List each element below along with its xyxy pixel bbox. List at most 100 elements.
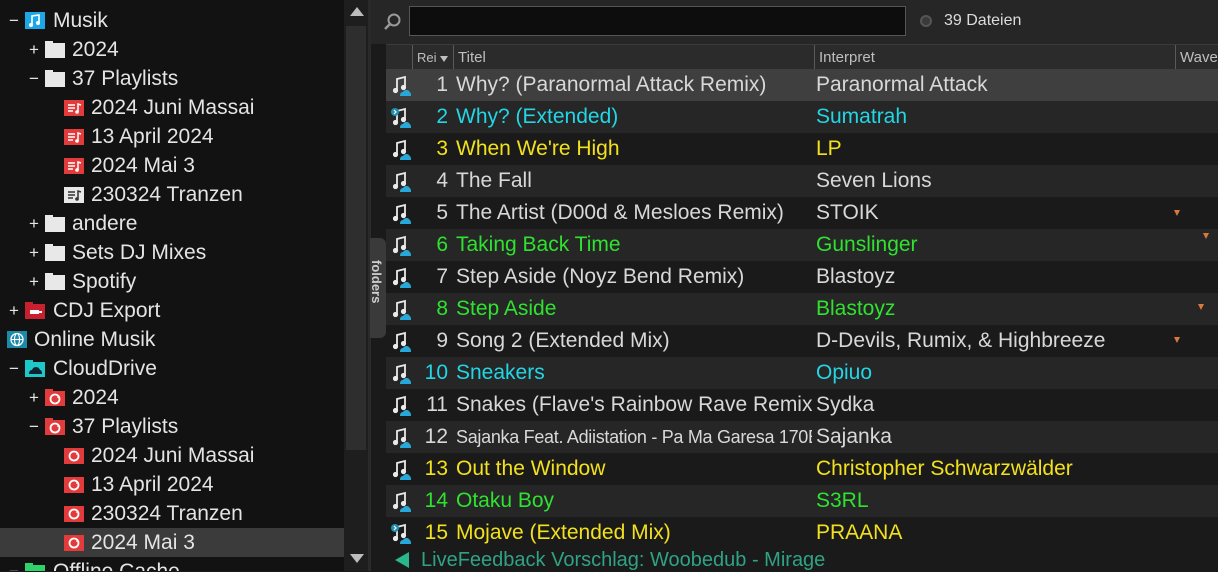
tree-item[interactable]: +2024 xyxy=(0,35,344,64)
collapse-icon[interactable]: − xyxy=(7,563,21,571)
collapse-icon[interactable]: − xyxy=(7,12,21,29)
expand-icon[interactable]: + xyxy=(27,215,41,232)
track-number: 7 xyxy=(436,265,448,288)
column-order[interactable]: Rei xyxy=(413,45,454,69)
track-row[interactable]: 11 Snakes (Flave's Rainbow Rave Remix) Syd… xyxy=(386,389,1218,421)
folder-tree-panel: − Musik +2024 − 37 Playlists 2024 Juni Massai… xyxy=(0,0,344,571)
expand-icon[interactable]: + xyxy=(27,273,41,290)
track-row[interactable]: 9 Song 2 (Extended Mix) D-Devils, Rumix, &… xyxy=(386,325,1218,357)
track-number: 12 xyxy=(424,425,448,448)
column-order-label: Rei xyxy=(417,50,437,65)
track-number: 5 xyxy=(436,201,448,224)
track-title: Why? (Extended) xyxy=(456,105,619,128)
tree-item[interactable]: 13 April 2024 xyxy=(0,122,344,151)
search-icon[interactable] xyxy=(383,12,403,32)
globe-icon xyxy=(6,330,28,349)
track-artist: LP xyxy=(816,137,842,160)
tree-item[interactable]: + CDJ Export xyxy=(0,296,344,325)
tree-item[interactable]: − 37 Playlists xyxy=(0,64,344,93)
track-number: 11 xyxy=(426,393,448,416)
tree-item-label: 230324 Tranzen xyxy=(91,502,243,525)
column-artist[interactable]: Interpret xyxy=(815,45,1176,69)
scrollbar-thumb[interactable] xyxy=(346,26,366,450)
search-input[interactable] xyxy=(409,6,906,36)
tree-item[interactable]: − CloudDrive xyxy=(0,354,344,383)
track-number: 8 xyxy=(436,297,448,320)
collapse-icon[interactable]: − xyxy=(27,70,41,87)
column-icon[interactable] xyxy=(386,45,413,69)
tree-item[interactable]: − Musik xyxy=(0,6,344,35)
tree-item[interactable]: Online Musik xyxy=(0,325,344,354)
track-artist: Seven Lions xyxy=(816,169,932,192)
tree-item[interactable]: − Offline Cache xyxy=(0,557,344,571)
track-row[interactable]: 10 Sneakers Opiuo xyxy=(386,357,1218,389)
track-number: 9 xyxy=(436,329,448,352)
tree-item[interactable]: 2024 Mai 3 xyxy=(0,528,344,557)
track-artist: Sydka xyxy=(816,393,875,416)
tree-scrollbar[interactable] xyxy=(344,0,368,571)
track-number: 10 xyxy=(424,361,448,384)
expand-icon[interactable]: + xyxy=(7,302,21,319)
music-folder-icon xyxy=(24,11,46,30)
tree-item[interactable]: + Sets DJ Mixes xyxy=(0,238,344,267)
tree-item-label: Offline Cache xyxy=(53,560,180,571)
wave-marker-icon xyxy=(1198,304,1204,310)
track-title: Sneakers xyxy=(456,361,545,384)
tree-item[interactable]: − 37 Playlists xyxy=(0,412,344,441)
track-number: 6 xyxy=(436,233,448,256)
tree-item[interactable]: 2024 Mai 3 xyxy=(0,151,344,180)
tree-item[interactable]: 230324 Tranzen xyxy=(0,180,344,209)
music-note-icon xyxy=(390,491,411,512)
track-row[interactable]: 13 Out the Window Christopher Schwarzwälde… xyxy=(386,453,1218,485)
track-artist: Christopher Schwarzwälder xyxy=(816,457,1073,480)
expand-icon[interactable]: + xyxy=(27,41,41,58)
tree-item[interactable]: 13 April 2024 xyxy=(0,470,344,499)
tree-item-label: 2024 xyxy=(72,386,119,409)
track-artist: Gunslinger xyxy=(816,233,918,256)
track-artist: Blastoyz xyxy=(816,265,896,288)
tree-item-label: 37 Playlists xyxy=(72,415,179,438)
livefeedback-bar[interactable]: LiveFeedback Vorschlag: Woobedub - Mirag… xyxy=(371,546,1218,571)
playlist-red-icon xyxy=(63,127,85,146)
folder-icon xyxy=(44,272,66,291)
track-row[interactable]: 3 When We're High LP xyxy=(386,133,1218,165)
collapse-icon[interactable]: − xyxy=(27,418,41,435)
folder-icon xyxy=(44,214,66,233)
track-row[interactable]: 15 Mojave (Extended Mix) PRAANA xyxy=(386,517,1218,545)
track-row[interactable]: 12 Sajanka Feat. Adiistation - Pa Ma Gare… xyxy=(386,421,1218,453)
folders-tab[interactable]: folders xyxy=(369,238,386,338)
track-row[interactable]: 5 The Artist (D00d & Mesloes Remix) STOIK xyxy=(386,197,1218,229)
track-title: Out the Window xyxy=(456,457,606,480)
tree-item[interactable]: + andere xyxy=(0,209,344,238)
scroll-down-icon[interactable] xyxy=(350,554,364,563)
track-row[interactable]: 6 Taking Back Time Gunslinger xyxy=(386,229,1218,261)
tree-item-label: 13 April 2024 xyxy=(91,473,214,496)
track-artist: D-Devils, Rumix, & Highbreeze xyxy=(816,329,1106,352)
expand-icon[interactable]: + xyxy=(27,244,41,261)
tree-item[interactable]: 230324 Tranzen xyxy=(0,499,344,528)
track-row[interactable]: 4 The Fall Seven Lions xyxy=(386,165,1218,197)
tree-item-label: 2024 Mai 3 xyxy=(91,154,195,177)
usb-folder-icon xyxy=(24,301,46,320)
track-number: 15 xyxy=(424,521,448,544)
track-row[interactable]: 7 Step Aside (Noyz Bend Remix) Blastoyz xyxy=(386,261,1218,293)
filter-radio[interactable] xyxy=(920,15,932,27)
playlist-red-icon xyxy=(63,98,85,117)
collapse-icon[interactable]: − xyxy=(7,360,21,377)
scroll-up-icon[interactable] xyxy=(350,7,364,16)
column-wave[interactable]: Wave xyxy=(1176,45,1218,69)
track-row[interactable]: 2 Why? (Extended) Sumatrah xyxy=(386,101,1218,133)
track-row[interactable]: 1 Why? (Paranormal Attack Remix) Paranorma… xyxy=(386,69,1218,101)
track-row[interactable]: 14 Otaku Boy S3RL xyxy=(386,485,1218,517)
track-artist: Paranormal Attack xyxy=(816,73,988,96)
expand-icon[interactable]: + xyxy=(27,389,41,406)
track-row[interactable]: 8 Step Aside Blastoyz xyxy=(386,293,1218,325)
column-title[interactable]: Titel xyxy=(454,45,815,69)
tree-item[interactable]: 2024 Juni Massai xyxy=(0,93,344,122)
tree-item[interactable]: +2024 xyxy=(0,383,344,412)
tree-item[interactable]: 2024 Juni Massai xyxy=(0,441,344,470)
sync-playlist-icon xyxy=(63,446,85,465)
tree-item[interactable]: + Spotify xyxy=(0,267,344,296)
wave-marker-icon xyxy=(1203,233,1209,239)
track-title: The Fall xyxy=(456,169,532,192)
